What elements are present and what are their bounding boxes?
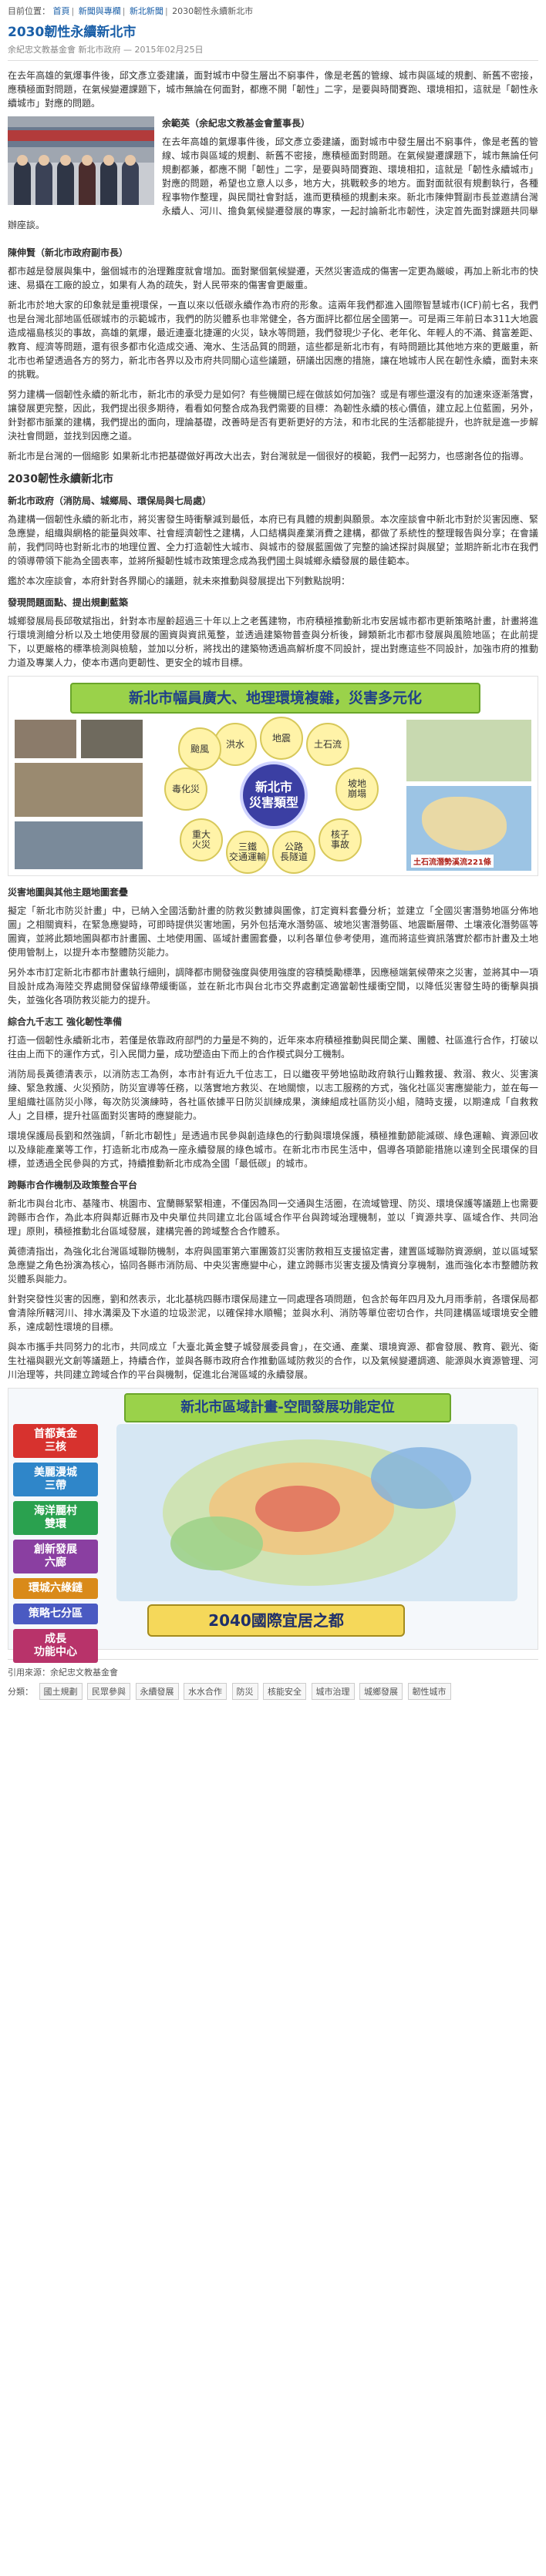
- breadcrumb-prefix: 目前位置：: [8, 6, 50, 16]
- speaker-2-heading: 陳伸賢（新北市政府副市長）: [8, 247, 129, 258]
- label-slow-city: 美麗漫城 三帶: [13, 1463, 98, 1496]
- paragraph-n: 新北市與台北市、基隆市、桃園市、宜蘭縣緊緊相連，不僅因為同一交通與生活圈，在流域…: [8, 1198, 538, 1237]
- tag-item[interactable]: 永續發展: [135, 1683, 179, 1700]
- petal-debris-flow: 土石流: [306, 723, 349, 766]
- damage-photo: [81, 720, 143, 758]
- spatial-map: [116, 1424, 517, 1601]
- paragraph-p: 針對突發性災害的因應，劉和然表示，北北基桃四縣市環保局建立一同處理各項問題，包含…: [8, 1294, 538, 1332]
- paragraph-e: 新北市是台灣的一個縮影 如果新北市把基礎做好再改大出去，對台灣就是一個很好的模範…: [8, 451, 529, 462]
- paragraph-q: 與本市攜手共同努力的北市，共同成立「大臺北黃金雙子城發展委員會」，在交通、產業、…: [8, 1342, 538, 1380]
- page-title: 2030韌性永續新北市: [8, 25, 136, 40]
- paragraph-g: 鑑於本次座談會，本府針對各界關心的議題，就未來推動與發展提出下列數點說明：: [8, 576, 351, 586]
- paragraph-h: 城鄉發展局長邱敬斌指出，針對本市屋齡超過三十年以上之老舊建物，市府積極推動新北市…: [8, 616, 538, 668]
- petal-tunnel: 公路 長隧道: [272, 831, 315, 874]
- label-strategic-zone: 策略七分區: [13, 1604, 98, 1624]
- paragraph-c: 新北市於地大家的印象就是重視環保，一直以來以低碳永續作為市府的形象。這兩年我們都…: [8, 300, 538, 380]
- petal-nuclear: 核子 事故: [318, 818, 362, 861]
- petal-slope-collapse: 坡地 崩塌: [335, 767, 379, 811]
- petal-transport: 三鐵 交通運輸: [226, 831, 269, 874]
- paragraph-o: 黃德清指出，為強化北台灣區域聯防機制，本府與國軍第六軍團簽訂災害防救相互支援協定…: [8, 1246, 538, 1285]
- paragraph-j: 另外本市訂定新北市都市計畫執行細則，調降都市開發強度與使用強度的容積獎勵標準，因…: [8, 967, 538, 1006]
- tag-item[interactable]: 國土規劃: [39, 1683, 83, 1700]
- tag-item[interactable]: 水水合作: [184, 1683, 227, 1700]
- tag-item[interactable]: 核能安全: [263, 1683, 306, 1700]
- function-labels: 首都黃金 三核 美麗漫城 三帶 海洋麗村 雙環 創新發展 六廊 環城六綠鏈 策略…: [13, 1424, 98, 1668]
- breadcrumb-item-newtaipei[interactable]: 新北新聞: [130, 6, 163, 16]
- paragraph-f: 為建構一個韌性永續的新北市，將災害發生時衝擊減到最低，本府已有具體的規劃與願景。…: [8, 514, 538, 566]
- tag-item[interactable]: 民眾參與: [87, 1683, 130, 1700]
- section-volunteer-heading: 綜合九千志工 強化韌性準備: [8, 1016, 123, 1027]
- source-line: 引用來源：余紀忠文教基金會: [8, 1668, 118, 1678]
- figure-2-banner: 新北市區域計畫-空間發展功能定位: [124, 1393, 451, 1422]
- section-cross-heading: 跨縣市合作機制及政策整合平台: [8, 1180, 138, 1191]
- tag-item[interactable]: 城市治理: [311, 1683, 355, 1700]
- paragraph-m: 環境保護局長劉和然強調，「新北市韌性」是透過市民參與創造綠色的行動與環境保護，積…: [8, 1130, 538, 1169]
- petal-earthquake: 地震: [260, 717, 303, 760]
- label-growth-center: 成長 功能中心: [13, 1629, 98, 1663]
- label-gold-core: 首都黃金 三核: [13, 1424, 98, 1458]
- article-meta: 余紀忠文教基金會 新北市政府 — 2015年02月25日: [8, 43, 538, 61]
- paragraph-i: 擬定「新北市防災計畫」中，已納入全國活動計畫的防救災數據與圖像，訂定資料套疊分析…: [8, 905, 538, 958]
- petal-toxic: 毒化災: [164, 767, 207, 811]
- debris-map: [406, 720, 531, 781]
- figure-1-banner: 新北市幅員廣大、地理環境複雜，災害多元化: [70, 683, 480, 714]
- breadcrumb-item-home[interactable]: 首頁: [53, 6, 70, 16]
- tag-item[interactable]: 防災: [231, 1683, 258, 1700]
- tags-label: 分類：: [8, 1687, 33, 1697]
- flood-photo: [15, 821, 143, 869]
- spatial-plan-figure: 新北市區域計畫-空間發展功能定位 首都黃金 三核 美麗漫城 三帶 海洋麗村 雙環…: [8, 1388, 538, 1663]
- newtaipei-map: 土石流潛勢溪流221條: [406, 786, 531, 871]
- section-2030-heading: 2030韌性永續新北市: [8, 473, 113, 485]
- breadcrumb-item-news[interactable]: 新聞與專欄: [79, 6, 121, 16]
- label-innovation-corridor: 創新發展 六廊: [13, 1540, 98, 1573]
- paragraph-k: 打造一個韌性永續新北市，若僅是依靠政府部門的力量是不夠的，近年來本府積極推動與民…: [8, 1035, 538, 1060]
- label-green-chain: 環城六綠鏈: [13, 1578, 98, 1599]
- center-disc: 新北市 災害類型: [240, 761, 308, 829]
- breadcrumb-current: 2030韌性永續新北市: [172, 6, 254, 16]
- meeting-photo: [8, 116, 154, 205]
- breadcrumb: 目前位置： 首頁 | 新聞與專欄 | 新北新聞 | 2030韌性永續新北市: [8, 6, 254, 16]
- label-ocean-ring: 海洋麗村 雙環: [13, 1501, 98, 1535]
- paragraph-b: 都市越是發展與集中，盤個城市的治理難度就會增加。面對聚個氣候變遷，天然災害造成的…: [8, 266, 538, 291]
- paragraph-d: 努力建構一個韌性永續的新北市，新北市的承受力是如何？有些機關已經在做該如何加強？…: [8, 389, 538, 442]
- landslide-photo: [15, 763, 143, 817]
- center-label: 新北市 災害類型: [248, 780, 298, 810]
- disaster-ring: 洪水 地震 土石流 坡地 崩塌 核子 事故 公路 長隧道 三鐵 交通運輸 重大 …: [157, 717, 391, 874]
- disaster-types-figure: 新北市幅員廣大、地理環境複雜，災害多元化 洪水 地震 土石流 坡地 崩塌 核子 …: [8, 676, 538, 876]
- article-page: 目前位置： 首頁 | 新聞與專欄 | 新北新聞 | 2030韌性永續新北市 2030韌…: [0, 0, 546, 1700]
- section-gov-heading: 新北市政府（消防局、城鄉局、環保局與七局處）: [8, 495, 212, 506]
- tag-item[interactable]: 城鄉發展: [359, 1683, 403, 1700]
- paragraph-l: 消防局長黃德清表示，以消防志工為例，本市計有近九千位志工，日以繼夜平勞地協助政府…: [8, 1069, 538, 1121]
- petal-typhoon: 颱風: [178, 727, 221, 771]
- earthquake-photo: [15, 720, 76, 758]
- speaker-block: 余範英（余紀忠文教基金會董事長） 在去年高雄的氣爆事件後，邱文彥立委建議，面對城…: [8, 116, 538, 238]
- figure-2-footer: 2040國際宜居之都: [147, 1604, 405, 1637]
- map-caption: 土石流潛勢溪流221條: [411, 855, 494, 868]
- tag-item[interactable]: 韌性城市: [407, 1683, 451, 1700]
- section-dev-heading: 發現問題面點、提出規劃藍築: [8, 597, 129, 608]
- section-disaster-heading: 災害地圖與其他主題地圖套疊: [8, 887, 129, 898]
- petal-fire: 重大 火災: [180, 818, 223, 861]
- intro-paragraph: 在去年高雄的氣爆事件後，邱文彥立委建議，面對城市中發生層出不窮事件，像是老舊的管…: [8, 70, 538, 109]
